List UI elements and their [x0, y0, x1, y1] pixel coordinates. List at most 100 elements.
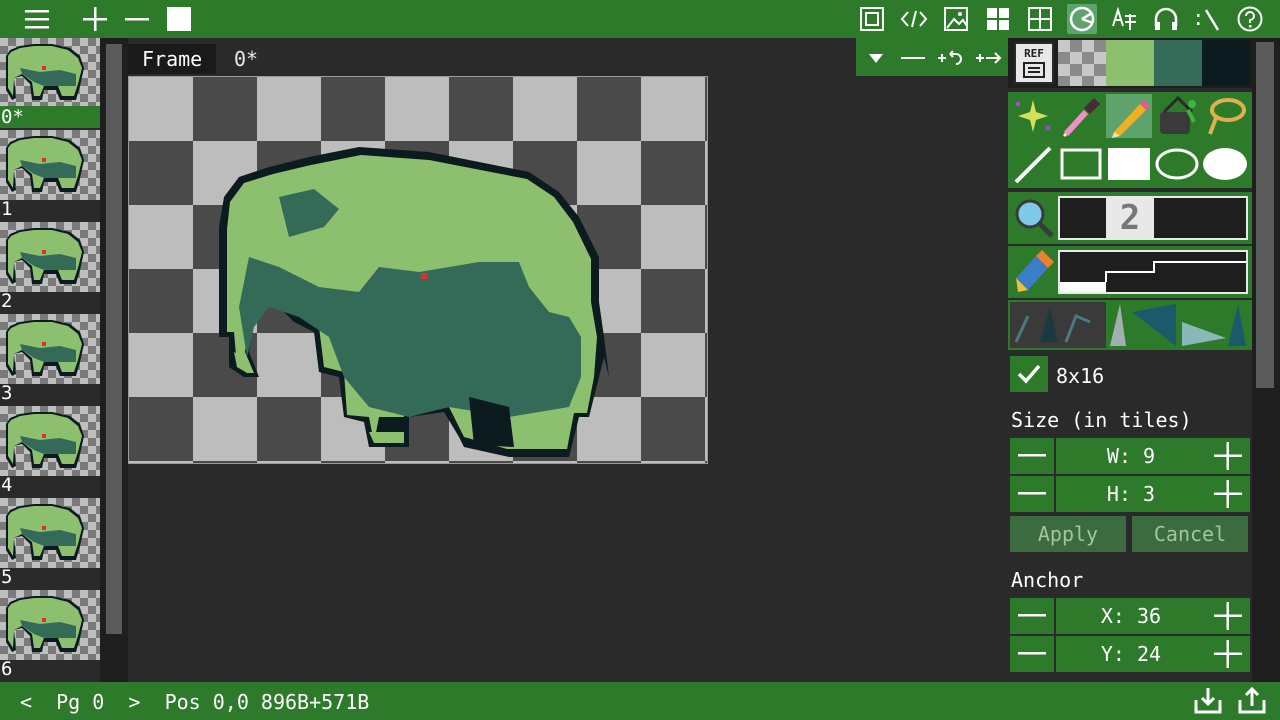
tiles-icon[interactable] [983, 4, 1013, 34]
palette-swatch-transparent[interactable] [1058, 40, 1106, 86]
width-increment-button[interactable] [1206, 438, 1250, 474]
magic-wand-icon[interactable] [1010, 94, 1056, 138]
palette-swatch-mid-green[interactable] [1154, 40, 1202, 86]
bucket-icon[interactable] [1154, 94, 1200, 138]
brush-size-row [1008, 246, 1252, 298]
cursor-position: 0,0 [212, 690, 249, 714]
anchor-x-increment-button[interactable] [1206, 598, 1250, 634]
width-decrement-button[interactable] [1010, 438, 1054, 474]
filled-rect-icon[interactable] [1106, 142, 1152, 186]
filled-ellipse-icon[interactable] [1202, 142, 1248, 186]
anchor-x-field[interactable]: X: 36 [1056, 598, 1206, 634]
pos-label: Pos [164, 690, 201, 714]
flip-disabled-icons [1010, 302, 1106, 348]
tool-panel: REF 2 8x16 Size (in tiles) W: 9 H: 3 App… [1008, 38, 1252, 682]
frame-item-5[interactable]: 5 [0, 498, 100, 590]
frame-thumbnail [0, 314, 100, 384]
anchor-y-decrement-button[interactable] [1010, 636, 1054, 672]
text-icon[interactable] [1109, 4, 1139, 34]
minus-icon[interactable] [122, 4, 152, 34]
headphones-icon[interactable] [1151, 4, 1181, 34]
tool-panel-scrollbar[interactable] [1252, 38, 1280, 682]
next-page-button[interactable]: > [128, 690, 140, 714]
tile-mode-label: 8x16 [1056, 364, 1105, 388]
minus-icon[interactable] [900, 46, 926, 70]
lasso-icon[interactable] [1202, 94, 1248, 138]
width-field[interactable]: W: 9 [1056, 438, 1206, 474]
frame-thumbnail [0, 38, 100, 108]
anchor-x-label: X: [1100, 604, 1125, 628]
code-icon[interactable] [899, 4, 929, 34]
width-value: 9 [1143, 444, 1156, 468]
square-icon[interactable] [164, 4, 194, 34]
anchor-marker [421, 273, 427, 279]
rotate-icon[interactable] [936, 46, 966, 70]
anchor-title: Anchor [1011, 568, 1084, 592]
palette-icon[interactable] [1067, 4, 1097, 34]
help-icon[interactable] [1235, 4, 1265, 34]
anchor-y-value: 24 [1137, 642, 1162, 666]
cancel-button[interactable]: Cancel [1132, 516, 1248, 552]
import-icon[interactable] [1192, 686, 1226, 716]
frame-list-scrollbar[interactable] [100, 38, 128, 682]
height-increment-button[interactable] [1206, 476, 1250, 512]
prev-page-button[interactable]: < [20, 690, 32, 714]
frame-item-2[interactable]: 2 [0, 222, 100, 314]
checkbox-icon[interactable] [1010, 356, 1048, 392]
frame-thumbnail [0, 130, 100, 200]
anchor-x-decrement-button[interactable] [1010, 598, 1054, 634]
page-label: Pg [56, 690, 81, 714]
palette-swatch-dark[interactable] [1202, 40, 1250, 86]
reference-button[interactable]: REF [1014, 42, 1054, 84]
frame-item-1[interactable]: 1 [0, 130, 100, 222]
export-icon[interactable] [1236, 686, 1270, 716]
sprite-canvas[interactable] [128, 76, 708, 464]
height-field[interactable]: H: 3 [1056, 476, 1206, 512]
scrollbar-thumb[interactable] [1256, 42, 1274, 388]
palette-swatch-light-green[interactable] [1106, 40, 1154, 86]
rotate-flip-icons[interactable] [1106, 302, 1248, 348]
transform-row [1008, 300, 1252, 350]
frame-label: 4 [1, 474, 13, 496]
rect-icon[interactable] [1058, 142, 1104, 186]
frame-item-4[interactable]: 4 [0, 406, 100, 498]
anchor-y-label: Y: [1100, 642, 1125, 666]
frame-name: 0* [234, 47, 259, 71]
zoom-row: 2 [1008, 192, 1252, 244]
image-icon[interactable] [941, 4, 971, 34]
apply-button[interactable]: Apply [1010, 516, 1126, 552]
page-number: 0 [92, 690, 105, 714]
frame-thumbnail [0, 222, 100, 292]
drawing-tools [1008, 92, 1252, 188]
menu-icon[interactable] [22, 4, 52, 34]
pencil-icon[interactable] [1106, 94, 1152, 138]
height-decrement-button[interactable] [1010, 476, 1054, 512]
anchor-y-increment-button[interactable] [1206, 636, 1250, 672]
shift-icon[interactable] [974, 46, 1004, 70]
brush-size-icon[interactable] [1010, 248, 1056, 296]
frame-item-0[interactable]: 0* [0, 38, 100, 130]
eyedropper-icon[interactable] [1058, 94, 1104, 138]
line-icon[interactable] [1010, 142, 1056, 186]
frame-label: 6 [1, 658, 13, 680]
zoom-icon[interactable] [1010, 194, 1056, 242]
frame-label: 5 [1, 566, 13, 588]
frame-label: 1 [1, 198, 13, 220]
frame-thumbnail [0, 590, 100, 660]
width-label: W: [1106, 444, 1131, 468]
frame-item-6[interactable]: 6 [0, 590, 100, 682]
ellipse-icon[interactable] [1154, 142, 1200, 186]
brush-size-slider[interactable] [1058, 250, 1248, 294]
scrollbar-thumb[interactable] [106, 44, 122, 634]
grid-icon[interactable] [1025, 4, 1055, 34]
zoom-slider[interactable]: 2 [1058, 196, 1248, 240]
top-toolbar [0, 0, 1280, 38]
frame-thumbnail [0, 406, 100, 476]
frame-thumbnail [0, 498, 100, 568]
frame-icon[interactable] [857, 4, 887, 34]
plus-icon[interactable] [80, 4, 110, 34]
dropdown-icon[interactable] [864, 46, 888, 70]
script-icon[interactable] [1193, 4, 1223, 34]
frame-item-3[interactable]: 3 [0, 314, 100, 406]
anchor-y-field[interactable]: Y: 24 [1056, 636, 1206, 672]
